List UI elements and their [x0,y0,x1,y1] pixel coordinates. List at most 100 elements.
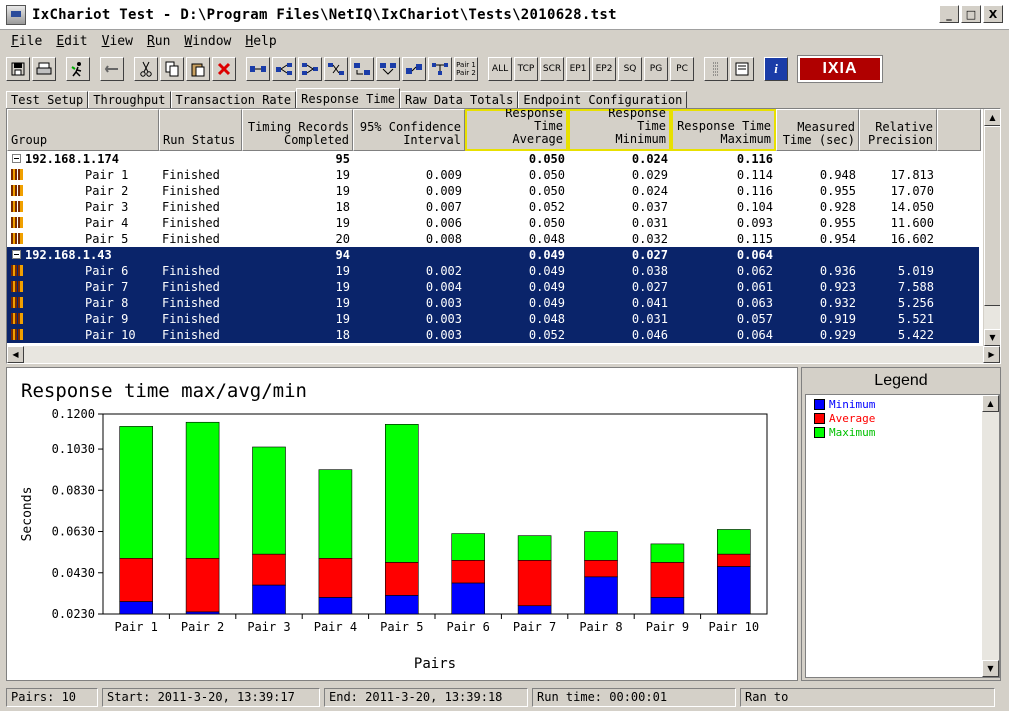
add-pair-icon[interactable] [246,57,270,81]
scroll-right-icon[interactable]: ▶ [983,346,1000,363]
column-header-2[interactable]: Run Status [159,109,242,151]
cell-records: 20 [335,232,350,246]
filter-ep2-button[interactable]: EP2 [592,57,616,81]
legend-item-minimum[interactable]: Minimum [814,397,999,411]
column-header-7[interactable]: Response Time Maximum [671,109,776,151]
cell-status: Finished [162,216,220,230]
filter-pg-button[interactable]: PG [644,57,668,81]
grid-horizontal-scrollbar[interactable]: ◀ ▶ [7,346,1000,363]
filter-scr-button[interactable]: SCR [540,57,564,81]
legend-label: Minimum [829,397,876,411]
filter-pc-button[interactable]: PC [670,57,694,81]
cell-name: Pair 4 [7,215,159,231]
tab-transaction-rate[interactable]: Transaction Rate [170,91,297,109]
table-row[interactable]: Pair 1 Finished 19 0.009 0.050 0.029 0.114 0.94… [7,167,979,183]
collapse-icon[interactable] [12,250,21,259]
table-row[interactable]: Pair 3 Finished 18 0.007 0.052 0.037 0.104 0.92… [7,199,979,215]
pair-icon [11,281,23,292]
table-row[interactable]: Pair 7 Finished 19 0.004 0.049 0.027 0.061 0.92… [7,279,979,295]
tab-test-setup[interactable]: Test Setup [6,91,89,109]
x-tick-label: Pair 1 [115,620,158,634]
add-multicast-icon[interactable] [272,57,296,81]
minimize-button[interactable]: _ [939,5,959,23]
menu-view[interactable]: View [95,34,140,49]
cell-records: 95 [335,152,350,166]
menu-help[interactable]: Help [238,34,283,49]
edit-pair-icon[interactable] [324,57,348,81]
menu-window[interactable]: Window [177,34,238,49]
chart-panel: 0.1200 0.1030 0.0830 0.0630 0.0430 0.0230 Pair… [6,367,798,681]
table-row[interactable]: Pair 10 Finished 18 0.003 0.052 0.046 0.064 0.9… [7,327,979,343]
swap-pair-icon[interactable] [350,57,374,81]
details-list-icon[interactable] [704,57,728,81]
pair-1-2-button[interactable]: Pair 1 Pair 2 [454,57,478,81]
cell-ci [353,151,465,167]
scroll-left-icon[interactable]: ◀ [7,346,24,363]
status-start: Start: 2011-3-20, 13:39:17 [102,688,320,707]
tab-response-time[interactable]: Response Time [296,88,401,109]
column-header-1[interactable]: Group [7,109,159,151]
stop-icon[interactable] [100,57,124,81]
collapse-icon[interactable] [12,154,21,163]
modify-pair-icon[interactable] [402,57,426,81]
cell-time: 0.929 [819,328,856,342]
summary-icon[interactable] [730,57,754,81]
legend-swatch [814,398,825,410]
column-header-3[interactable]: Timing Records Completed [242,109,353,151]
legend-scrollbar[interactable]: ▲ ▼ [982,395,999,677]
filter-sq-button[interactable]: SQ [618,57,642,81]
scroll-thumb[interactable] [984,126,1000,306]
filter-tcp-button[interactable]: TCP [514,57,538,81]
renumber-pair-icon[interactable] [376,57,400,81]
group-row[interactable]: 192.168.1.43 94 0.049 0.027 0.064 [7,247,979,263]
column-header-8[interactable]: Measured Time (sec) [776,109,859,151]
close-button[interactable]: X [983,5,1003,23]
pair-group-icon[interactable] [298,57,322,81]
group-row[interactable]: 192.168.1.174 95 0.050 0.024 0.116 [7,151,979,167]
info-button[interactable]: i [764,57,788,81]
legend-scroll-down-icon[interactable]: ▼ [982,660,999,677]
copy-icon[interactable] [160,57,184,81]
filter-ep1-button[interactable]: EP1 [566,57,590,81]
table-row[interactable]: Pair 2 Finished 19 0.009 0.050 0.024 0.116 0.95… [7,183,979,199]
delete-icon[interactable] [212,57,236,81]
tab-raw-data-totals[interactable]: Raw Data Totals [400,91,519,109]
menu-edit[interactable]: Edit [49,34,94,49]
column-header-4[interactable]: 95% Confidence Interval [353,109,465,151]
column-header-5[interactable]: Response Time Average [465,109,568,151]
bar-minimum [451,582,486,615]
menu-file[interactable]: File [4,34,49,49]
table-row[interactable]: Pair 5 Finished 20 0.008 0.048 0.032 0.115 0.95… [7,231,979,247]
menu-run[interactable]: Run [140,34,177,49]
maximize-button[interactable]: □ [961,5,981,23]
scroll-down-icon[interactable]: ▼ [984,329,1000,346]
table-row[interactable]: Pair 8 Finished 19 0.003 0.049 0.041 0.063 0.93… [7,295,979,311]
cell-prec: 17.070 [890,184,934,198]
column-header-6[interactable]: Response Time Minimum [568,109,671,151]
table-row[interactable]: Pair 4 Finished 19 0.006 0.050 0.031 0.093 0.95… [7,215,979,231]
scroll-up-icon[interactable]: ▲ [984,109,1000,126]
traceroute-icon[interactable] [428,57,452,81]
legend-swatch [814,426,825,438]
table-row[interactable]: Pair 6 Finished 19 0.002 0.049 0.038 0.062 0.93… [7,263,979,279]
run-icon[interactable] [66,57,90,81]
table-row[interactable]: Pair 9 Finished 19 0.003 0.048 0.031 0.057 0.91… [7,311,979,327]
column-header-9[interactable]: Relative Precision [859,109,937,151]
tab-throughput[interactable]: Throughput [88,91,171,109]
filter-all-button[interactable]: ALL [488,57,512,81]
app-icon[interactable] [6,4,26,25]
paste-icon[interactable] [186,57,210,81]
print-icon[interactable] [32,57,56,81]
bar-minimum [650,597,685,615]
save-icon[interactable] [6,57,30,81]
grid-vertical-scrollbar[interactable]: ▲ ▼ [983,109,1000,346]
cut-icon[interactable] [134,57,158,81]
tab-endpoint-configuration[interactable]: Endpoint Configuration [518,91,688,109]
cell-status [159,151,242,167]
legend-item-average[interactable]: Average [814,411,999,425]
x-tick-label: Pair 4 [314,620,357,634]
cell-prec: 5.256 [897,296,934,310]
column-header-filler [937,109,981,151]
legend-scroll-up-icon[interactable]: ▲ [982,395,999,412]
legend-item-maximum[interactable]: Maximum [814,425,999,439]
